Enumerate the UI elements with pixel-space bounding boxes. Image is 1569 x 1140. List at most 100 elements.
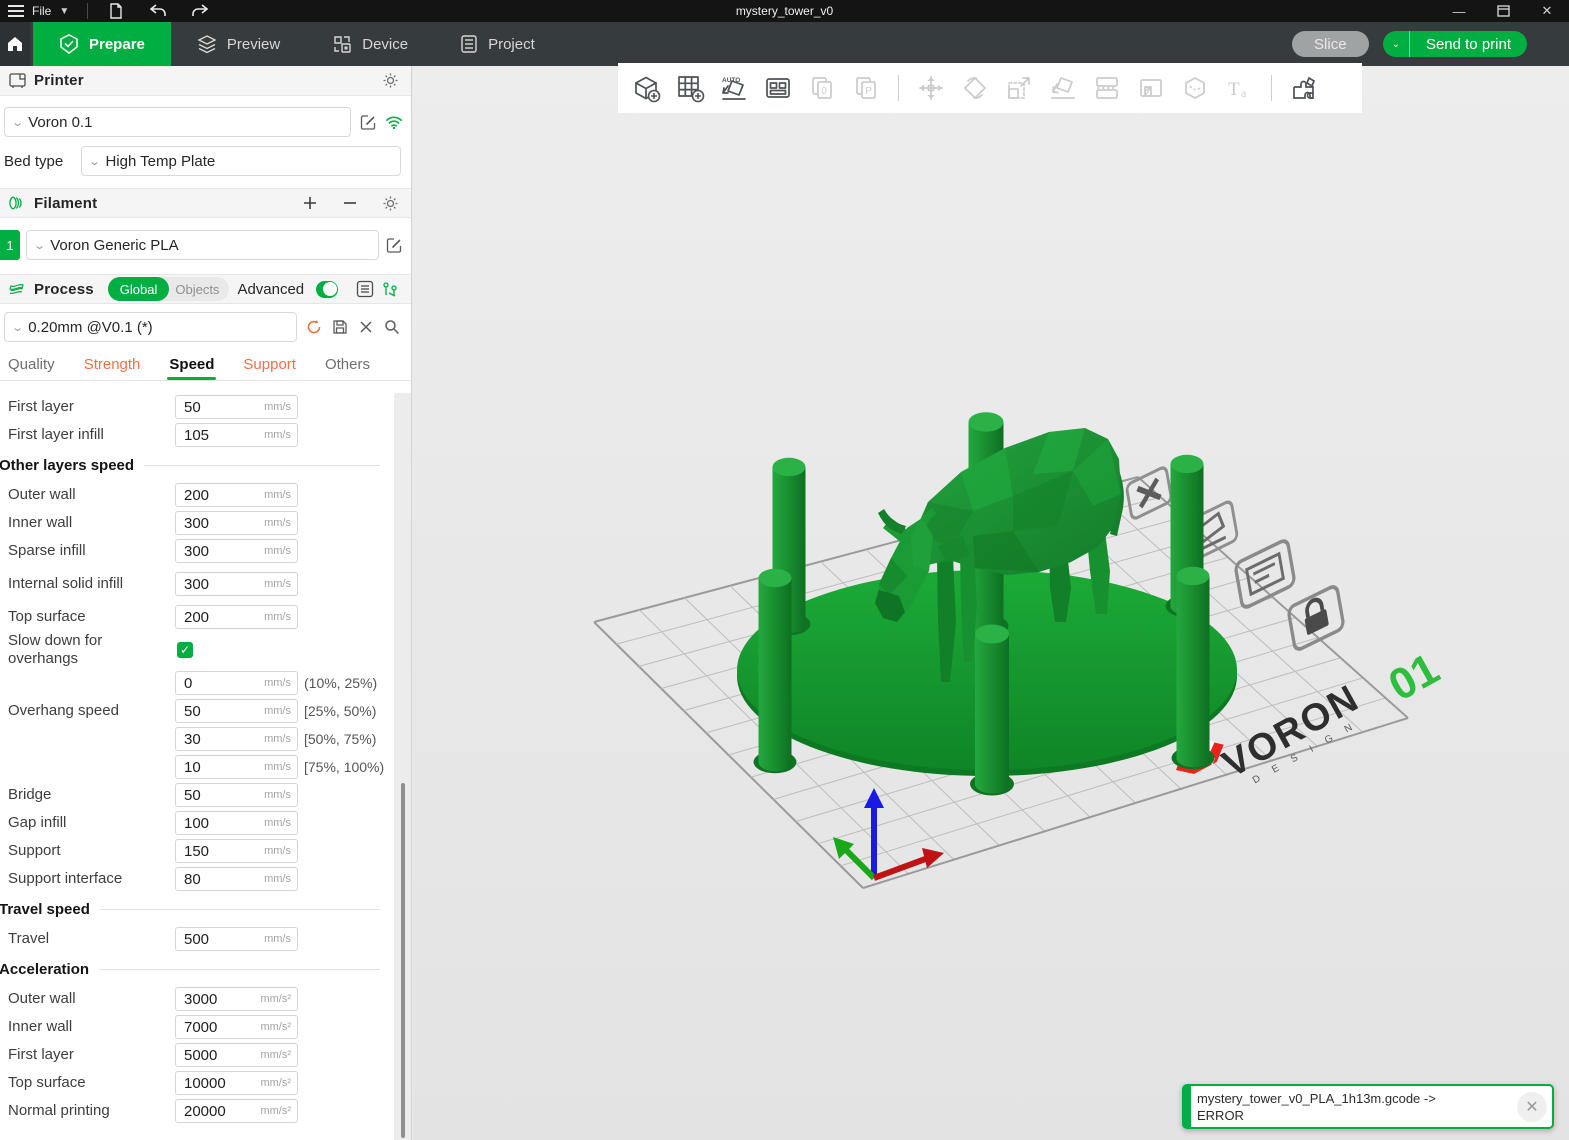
wifi-connection-icon[interactable] <box>385 113 403 131</box>
tab-project[interactable]: Project <box>434 22 561 66</box>
file-menu[interactable]: File <box>32 4 51 18</box>
printer-icon <box>8 72 26 90</box>
process-scope-toggle[interactable]: Global Objects <box>108 277 230 301</box>
plate-delete-icon[interactable] <box>1126 466 1172 520</box>
setting-input[interactable]: 105mm/s <box>175 423 298 447</box>
filament-preset-select[interactable]: ⌄ Voron Generic PLA <box>26 230 379 260</box>
undo-icon[interactable] <box>148 2 168 20</box>
support-pillar[interactable] <box>1172 567 1215 769</box>
arrange-icon[interactable] <box>758 68 798 108</box>
file-menu-caret-icon[interactable]: ▼ <box>59 6 69 17</box>
add-filament-icon[interactable] <box>301 194 319 212</box>
new-project-icon[interactable] <box>106 2 126 20</box>
minimize-button[interactable]: — <box>1437 0 1481 22</box>
setting-input[interactable]: 300mm/s <box>175 572 298 596</box>
setting-input[interactable]: 300mm/s <box>175 539 298 563</box>
redo-icon[interactable] <box>190 2 210 20</box>
process-tab-quality[interactable]: Quality <box>8 352 55 380</box>
send-to-print-button[interactable]: ⌄ Send to print <box>1383 31 1527 57</box>
maximize-button[interactable] <box>1481 0 1525 22</box>
setting-input[interactable]: 20000mm/s² <box>175 1099 298 1123</box>
setting-unit: mm/s <box>264 611 297 623</box>
filament-settings-gear-icon[interactable] <box>381 194 399 212</box>
setting-row: Top surface10000mm/s² <box>0 1069 394 1097</box>
setting-row: Support interface80mm/s <box>0 865 394 893</box>
process-tab-support[interactable]: Support <box>243 352 296 380</box>
setting-input[interactable]: 50mm/s <box>175 395 298 419</box>
clear-preset-icon[interactable] <box>357 318 375 336</box>
edit-filament-icon[interactable] <box>385 236 403 254</box>
filament-slot-badge[interactable]: 1 <box>0 230 20 260</box>
process-preset-select[interactable]: ⌄ 0.20mm @V0.1 (*) <box>4 312 297 342</box>
parameter-table-icon[interactable] <box>356 280 374 298</box>
setting-unit: mm/s² <box>260 1105 297 1117</box>
process-tab-others[interactable]: Others <box>325 352 370 380</box>
setting-row: Overhang speed50mm/s[25%, 50%) <box>0 697 394 725</box>
support-pillar[interactable] <box>970 624 1014 795</box>
save-preset-icon[interactable] <box>331 318 349 336</box>
slice-button[interactable]: Slice <box>1292 31 1369 57</box>
copy-icon: 0 <box>802 68 842 108</box>
support-pillar[interactable] <box>754 569 797 773</box>
project-icon <box>460 35 478 53</box>
setting-input[interactable]: 50mm/s <box>175 783 298 807</box>
search-settings-icon[interactable] <box>383 318 401 336</box>
setting-input[interactable]: 500mm/s <box>175 927 298 951</box>
setting-unit: mm/s <box>264 789 297 801</box>
setting-input[interactable]: 10mm/s <box>175 755 298 779</box>
setting-input[interactable]: 0mm/s <box>175 671 298 695</box>
advanced-toggle[interactable] <box>316 281 338 298</box>
bed-type-select[interactable]: ⌄ High Temp Plate <box>81 146 401 176</box>
reset-preset-icon[interactable] <box>305 318 323 336</box>
home-button[interactable] <box>0 22 30 66</box>
setting-input[interactable]: 7000mm/s² <box>175 1015 298 1039</box>
build-plate-scene[interactable]: VORON D E S I G N 01 <box>413 66 1569 1140</box>
printer-settings-gear-icon[interactable] <box>381 72 399 90</box>
assembly-icon[interactable] <box>1284 68 1324 108</box>
plate-settings-icon[interactable] <box>1235 539 1295 610</box>
axis-gizmo <box>833 788 944 878</box>
svg-text:T: T <box>1228 79 1240 100</box>
setting-row: First layer5000mm/s² <box>0 1041 394 1069</box>
object-parameters-icon[interactable] <box>382 280 399 298</box>
settings-scrollbar-track[interactable] <box>394 393 411 1140</box>
toast-close-button[interactable]: ✕ <box>1517 1092 1547 1122</box>
setting-input[interactable]: 50mm/s <box>175 699 298 723</box>
setting-input[interactable]: 150mm/s <box>175 839 298 863</box>
scope-global[interactable]: Global <box>108 277 170 301</box>
process-tab-strength[interactable]: Strength <box>84 352 141 380</box>
remove-filament-icon[interactable] <box>341 194 359 212</box>
setting-input[interactable]: 30mm/s <box>175 727 298 751</box>
auto-orient-icon[interactable]: AUTO <box>714 68 754 108</box>
setting-input[interactable]: 300mm/s <box>175 511 298 535</box>
viewport-3d[interactable]: VORON D E S I G N 01 <box>413 66 1569 1140</box>
tab-preview[interactable]: Preview <box>171 22 306 66</box>
scope-objects[interactable]: Objects <box>169 282 229 297</box>
chevron-down-icon: ⌄ <box>33 239 46 252</box>
device-icon <box>332 34 352 54</box>
setting-input[interactable]: 200mm/s <box>175 605 298 629</box>
setting-row: Sparse infill300mm/s <box>0 537 394 565</box>
setting-input[interactable]: 5000mm/s² <box>175 1043 298 1067</box>
setting-input[interactable]: 3000mm/s² <box>175 987 298 1011</box>
setting-row: Travel500mm/s <box>0 925 394 953</box>
setting-input[interactable]: 100mm/s <box>175 811 298 835</box>
setting-unit: mm/s² <box>260 1021 297 1033</box>
add-object-icon[interactable] <box>626 68 666 108</box>
tab-prepare[interactable]: Prepare <box>33 22 171 66</box>
tab-device[interactable]: Device <box>306 22 434 66</box>
process-tab-speed[interactable]: Speed <box>169 352 214 380</box>
setting-input[interactable]: 80mm/s <box>175 867 298 891</box>
main-menu-icon[interactable] <box>8 5 24 17</box>
printer-preset-select[interactable]: ⌄ Voron 0.1 <box>4 107 351 137</box>
svg-text:P: P <box>865 86 872 97</box>
setting-input[interactable]: 10000mm/s² <box>175 1071 298 1095</box>
setting-checkbox[interactable]: ✓ <box>177 642 193 658</box>
send-options-chevron-icon[interactable]: ⌄ <box>1383 31 1410 57</box>
edit-printer-icon[interactable] <box>359 113 377 131</box>
add-plate-icon[interactable] <box>670 68 710 108</box>
close-button[interactable]: ✕ <box>1525 0 1569 22</box>
setting-input[interactable]: 200mm/s <box>175 483 298 507</box>
setting-row: Internal solid infill300mm/s <box>0 565 394 603</box>
settings-scrollbar-thumb[interactable] <box>401 783 405 1138</box>
